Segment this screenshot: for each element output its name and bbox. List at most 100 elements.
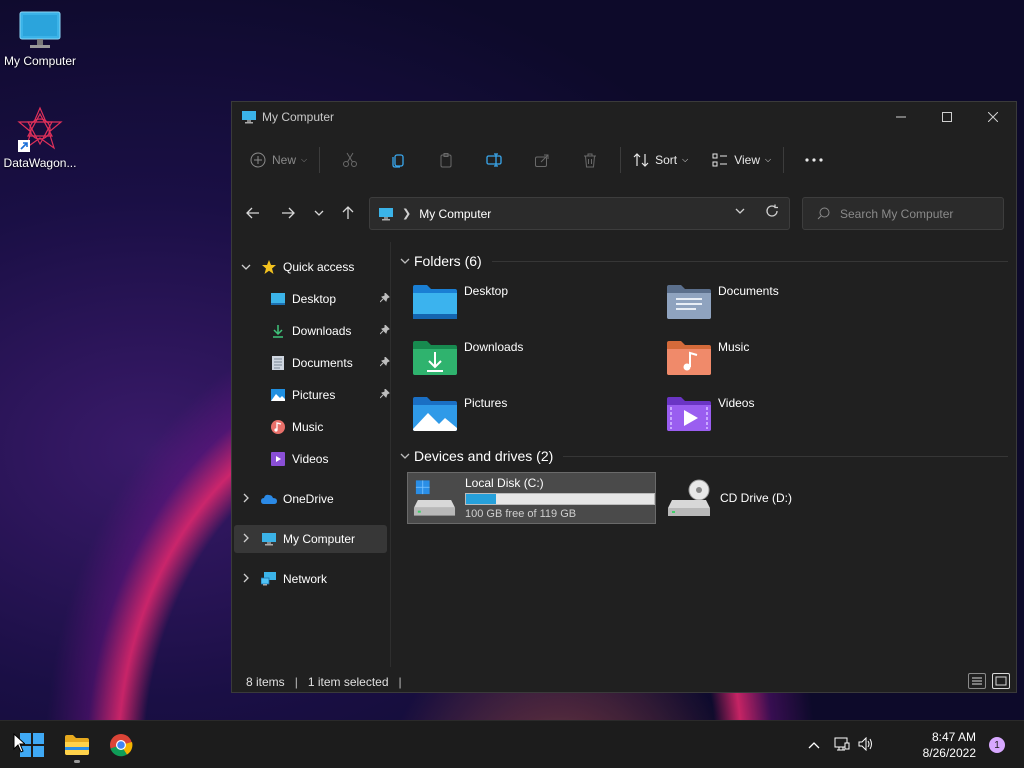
minimize-icon (896, 116, 906, 118)
clock-date: 8/26/2022 (922, 746, 976, 760)
view-icon (712, 153, 728, 167)
view-button[interactable]: View ⌵ (706, 144, 777, 176)
chevron-right-icon[interactable] (240, 573, 252, 586)
music-icon (270, 419, 286, 435)
address-location: My Computer (419, 206, 492, 221)
sidebar-item-quick-access[interactable]: Quick access (232, 253, 390, 281)
tiles-view-button[interactable] (992, 673, 1010, 689)
sidebar-item-pictures[interactable]: Pictures (270, 381, 390, 409)
chevron-right-icon[interactable] (240, 493, 252, 506)
details-view-button[interactable] (968, 673, 986, 689)
network-status-button[interactable] (834, 737, 850, 754)
chevron-down-icon[interactable] (240, 262, 252, 273)
refresh-button[interactable] (765, 204, 779, 221)
taskbar-chrome[interactable] (101, 725, 141, 765)
add-icon (250, 152, 266, 168)
sidebar-item-onedrive[interactable]: OneDrive (232, 485, 390, 513)
notification-badge[interactable]: 1 (989, 737, 1005, 753)
folder-icon (65, 735, 89, 755)
search-box[interactable] (802, 197, 1004, 230)
monitor-icon (242, 111, 256, 124)
sidebar-item-label: Music (292, 420, 324, 434)
divider (563, 455, 1008, 457)
taskbar-clock[interactable]: 8:47 AM 8/26/2022 (923, 729, 976, 761)
sidebar-item-music[interactable]: Music (270, 413, 388, 441)
videos-folder-icon (667, 397, 711, 431)
taskbar-file-explorer[interactable] (57, 725, 97, 765)
cloud-icon (261, 491, 277, 507)
sidebar-item-label: Documents (292, 356, 353, 370)
monitor-icon (379, 207, 393, 220)
folder-music[interactable]: Music (666, 337, 916, 383)
drive-label: Local Disk (C:) (465, 476, 544, 490)
explorer-window: My Computer New ⌵ Sort ⌵ View ⌵ ❯ My Com… (231, 101, 1017, 693)
recent-locations-button[interactable] (304, 196, 334, 230)
network-icon (834, 737, 850, 750)
drive-free-space: 100 GB free of 119 GB (465, 508, 577, 520)
desktop-icon-my-computer[interactable]: My Computer (0, 10, 80, 68)
download-icon (270, 323, 286, 339)
paste-button[interactable] (422, 144, 470, 176)
folder-downloads[interactable]: Downloads (412, 337, 662, 383)
sidebar-item-label: Videos (292, 452, 329, 466)
cut-icon (343, 152, 358, 167)
command-bar: New ⌵ Sort ⌵ View ⌵ (232, 139, 1016, 181)
monitor-icon (19, 11, 61, 48)
sidebar-item-my-computer[interactable]: My Computer (234, 525, 387, 553)
arrow-right-icon (282, 207, 295, 219)
cut-button[interactable] (326, 144, 374, 176)
sidebar-item-label: Desktop (292, 292, 337, 306)
taskbar: 8:47 AM 8/26/2022 1 (0, 720, 1024, 768)
close-button[interactable] (970, 102, 1016, 132)
status-separator: | (294, 675, 298, 689)
chevron-down-icon: ⌵ (301, 155, 308, 164)
arrow-left-icon (246, 207, 259, 219)
rename-button[interactable] (470, 144, 518, 176)
sidebar-item-videos[interactable]: Videos (270, 445, 388, 473)
drive-label: CD Drive (D:) (720, 491, 792, 505)
pane-divider[interactable] (390, 242, 391, 667)
folder-documents[interactable]: Documents (666, 281, 916, 327)
maximize-button[interactable] (924, 102, 970, 132)
sidebar-item-documents[interactable]: Documents (270, 349, 390, 377)
title-bar[interactable]: My Computer (232, 102, 1016, 132)
chevron-down-icon: ⌵ (764, 155, 772, 164)
arrow-up-icon (342, 206, 354, 219)
drive-c[interactable]: Local Disk (C:) 100 GB free of 119 GB (407, 472, 656, 524)
volume-button[interactable] (858, 736, 874, 754)
sidebar-item-desktop[interactable]: Desktop (270, 285, 390, 313)
folder-desktop[interactable]: Desktop (412, 281, 662, 327)
sidebar-item-network[interactable]: Network (232, 565, 390, 593)
share-icon (535, 154, 549, 167)
address-bar[interactable]: ❯ My Computer (369, 197, 790, 230)
chevron-right-icon[interactable] (240, 533, 252, 546)
folder-videos[interactable]: Videos (666, 393, 916, 439)
paste-icon (440, 153, 452, 168)
drives-group-header[interactable]: Devices and drives (2) (396, 445, 1008, 467)
address-dropdown-button[interactable] (735, 206, 745, 217)
folder-label: Desktop (464, 284, 509, 298)
copy-button[interactable] (374, 144, 422, 176)
folders-group-header[interactable]: Folders (6) (396, 250, 1008, 272)
sort-button[interactable]: Sort ⌵ (627, 144, 694, 176)
drive-d[interactable]: CD Drive (D:) (662, 472, 911, 524)
desktop-icon-datawagon[interactable]: DataWagon... (0, 106, 80, 170)
hard-drive-icon (413, 480, 456, 516)
forward-button[interactable] (273, 196, 303, 230)
more-button[interactable] (790, 144, 838, 176)
share-button[interactable] (518, 144, 566, 176)
search-input[interactable] (840, 206, 990, 221)
folder-pictures[interactable]: Pictures (412, 393, 662, 439)
back-button[interactable] (238, 196, 268, 230)
delete-button[interactable] (566, 144, 614, 176)
maximize-icon (942, 112, 952, 122)
pin-icon (379, 291, 390, 306)
sidebar-item-downloads[interactable]: Downloads (270, 317, 390, 345)
new-button[interactable]: New ⌵ (244, 144, 313, 176)
up-button[interactable] (333, 196, 363, 230)
sidebar-item-label: My Computer (283, 532, 356, 546)
sort-icon (633, 153, 649, 167)
show-hidden-icons-button[interactable] (808, 738, 820, 752)
datawagon-shortcut-icon (17, 106, 63, 152)
minimize-button[interactable] (878, 102, 924, 132)
